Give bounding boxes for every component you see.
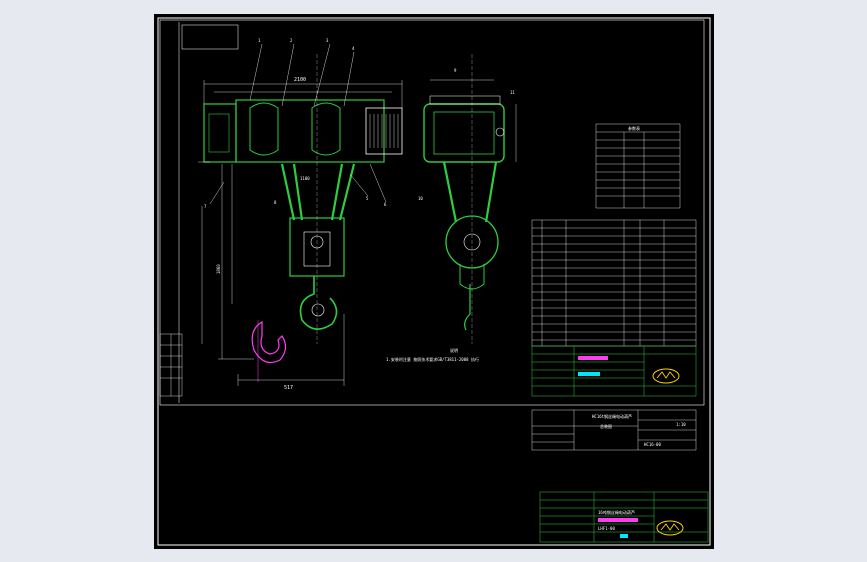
bottom-highlight-cyan	[620, 534, 628, 538]
note-text: 1.安装时注意 按照技术要求GB/T3811-2008 执行	[386, 356, 479, 362]
svg-text:3: 3	[326, 38, 329, 43]
svg-text:10: 10	[418, 196, 423, 201]
svg-text:9: 9	[454, 68, 457, 73]
part-labels: 1 2 3 4 5 6 7 8 9 10 11	[204, 38, 515, 209]
drawing-name: HC16t钢丝绳电动葫芦	[592, 413, 632, 419]
cad-drawing: 2100 1180 517 1860 1 2 3 4 5 6 7 8 9 10 …	[157, 17, 711, 546]
hoist-side-view	[423, 54, 517, 344]
drawing-scale: 1:10	[676, 422, 686, 427]
drawing-code: HC16-00	[644, 442, 661, 447]
svg-text:1: 1	[258, 38, 261, 43]
hoist-front-view	[203, 54, 403, 344]
title-highlight-magenta	[578, 356, 608, 360]
dim-width-top: 2100	[294, 77, 306, 83]
dimension-lines	[198, 43, 403, 386]
company-logo	[652, 368, 680, 384]
sheet-name: 总装图	[600, 423, 612, 429]
param-table-title: 参数表	[628, 125, 640, 131]
dim-hook-offset: 517	[284, 385, 293, 391]
drum-housing	[235, 99, 385, 163]
parts-list	[531, 219, 697, 347]
main-title-block	[531, 345, 697, 397]
bottom-highlight-magenta	[598, 518, 638, 522]
inner-frame	[159, 19, 705, 406]
hook-detail-magenta	[251, 320, 287, 363]
svg-text:4: 4	[352, 46, 355, 51]
parameter-table	[595, 123, 681, 209]
lifting-hook	[299, 276, 338, 330]
note-title: 说明	[450, 347, 458, 353]
svg-text:7: 7	[204, 204, 207, 209]
title-highlight-cyan	[578, 372, 600, 376]
svg-text:5: 5	[366, 196, 369, 201]
bottom-label: 16吨钢丝绳电动葫芦	[598, 509, 635, 515]
svg-text:8: 8	[274, 200, 277, 205]
drawing-border	[157, 17, 711, 546]
bottom-drawing-code: LHF1-00	[598, 526, 615, 531]
revision-block	[159, 333, 183, 397]
svg-text:11: 11	[510, 90, 515, 95]
svg-text:2: 2	[290, 38, 293, 43]
cad-viewport[interactable]: 2100 1180 517 1860 1 2 3 4 5 6 7 8 9 10 …	[154, 14, 714, 549]
company-logo-bottom	[656, 520, 684, 536]
corner-box	[181, 24, 239, 50]
svg-text:6: 6	[384, 202, 387, 207]
dim-height-left: 1860	[216, 264, 221, 274]
dim-width-sub: 1180	[300, 176, 310, 181]
